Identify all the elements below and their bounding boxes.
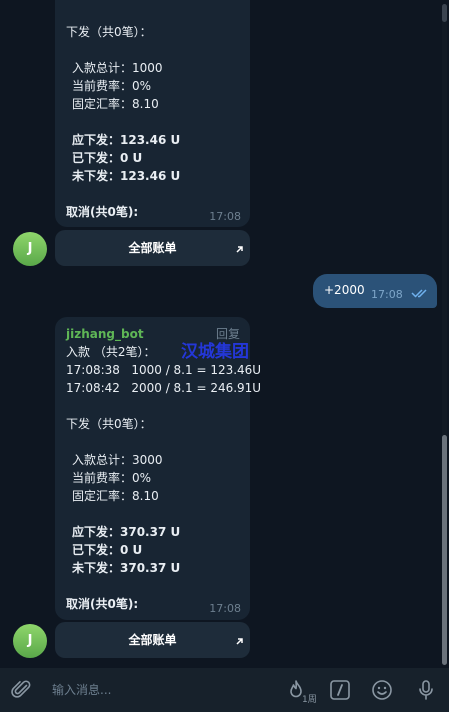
all-bills-label: 全部账单: [128, 633, 177, 647]
outgoing-message-bubble: +2000 17:08: [313, 274, 437, 308]
scrollbar-top: [442, 4, 447, 22]
bot-message-bubble: 下发（共0笔）： 入款总计：1000 当前费率：0% 固定汇率：8.10 应下发…: [55, 0, 250, 227]
avatar[interactable]: J: [13, 232, 47, 266]
slash-command-icon[interactable]: [328, 678, 352, 702]
income-entry: 17:08:42 2000 / 8.1 = 246.91U: [66, 381, 262, 395]
paperclip-icon[interactable]: [10, 678, 34, 702]
cancel-line: 取消(共0笔):: [66, 205, 139, 219]
fx-rate: 固定汇率：8.10: [72, 489, 159, 503]
chat-area: 下发（共0笔）： 入款总计：1000 当前费率：0% 固定汇率：8.10 应下发…: [0, 0, 449, 668]
arrow-up-right-icon: [235, 626, 244, 662]
fee-rate: 当前费率：0%: [72, 471, 152, 485]
income-entry: 17:08:38 1000 / 8.1 = 123.46U: [66, 363, 262, 377]
cancel-line: 取消(共0笔):: [66, 597, 139, 611]
all-bills-label: 全部账单: [128, 241, 177, 255]
all-bills-button[interactable]: 全部账单: [55, 622, 250, 658]
not-issued: 未下发：370.37 U: [72, 561, 181, 575]
issued: 已下发：0 U: [72, 151, 143, 165]
outgoing-text: +2000: [324, 283, 365, 297]
issue-header: 下发（共0笔）：: [66, 25, 152, 39]
watermark-text: 汉城集团: [181, 342, 249, 362]
message-input[interactable]: [52, 681, 272, 699]
should-issue: 应下发：370.37 U: [72, 525, 181, 539]
message-time: 17:08: [209, 602, 241, 615]
issued: 已下发：0 U: [72, 543, 143, 557]
sender-name[interactable]: jizhang_bot: [66, 325, 144, 343]
fx-rate: 固定汇率：8.10: [72, 97, 159, 111]
microphone-icon[interactable]: [414, 678, 438, 702]
all-bills-button[interactable]: 全部账单: [55, 230, 250, 266]
outgoing-time: 17:08: [371, 288, 403, 301]
avatar[interactable]: J: [13, 624, 47, 658]
message-composer: 1周: [0, 668, 449, 712]
message-time: 17:08: [209, 210, 241, 223]
income-total: 入款总计：1000: [72, 61, 163, 75]
income-header: 入款 （共2笔）：: [66, 345, 156, 359]
income-total: 入款总计：3000: [72, 453, 163, 467]
not-issued: 未下发：123.46 U: [72, 169, 181, 183]
fee-rate: 当前费率：0%: [72, 79, 152, 93]
should-issue: 应下发：123.46 U: [72, 133, 181, 147]
arrow-up-right-icon: [235, 234, 244, 270]
bot-message-bubble: jizhang_bot 回复 入款 （共2笔）： 17:08:38 1000 /…: [55, 317, 261, 620]
issue-header: 下发（共0笔）：: [66, 417, 152, 431]
timer-badge: 1周: [302, 695, 317, 705]
scrollbar-thumb[interactable]: [442, 435, 447, 665]
double-check-icon: [411, 287, 431, 299]
emoji-icon[interactable]: [370, 678, 394, 702]
